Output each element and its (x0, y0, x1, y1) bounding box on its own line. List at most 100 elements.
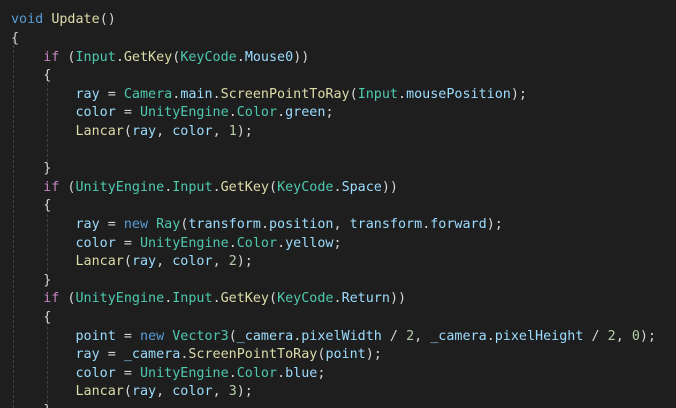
code-token: blue (285, 365, 318, 381)
code-token: , (333, 216, 350, 232)
code-token: = (115, 235, 140, 251)
code-token: , (156, 254, 173, 270)
code-token: mousePosition (406, 86, 511, 102)
code-token: 0 (631, 328, 640, 344)
code-token: )) (389, 291, 407, 307)
code-token: if (43, 49, 60, 65)
code-token: Return (341, 291, 390, 307)
code-token: 1 (228, 123, 237, 139)
code-line: void Update() (11, 11, 116, 30)
code-token: } (43, 272, 52, 288)
code-token: ); (639, 328, 656, 344)
code-token: ( (269, 179, 278, 195)
code-token: ( (123, 123, 132, 139)
code-line: { (11, 30, 19, 49)
code-token: / (583, 328, 608, 344)
code-token: ray (131, 123, 157, 139)
code-token: if (43, 291, 60, 307)
code-token: GetKey (220, 291, 269, 307)
code-token: ); (236, 384, 253, 400)
code-token: Color (236, 105, 278, 121)
code-token: ; (325, 105, 334, 121)
code-token: )) (293, 49, 310, 65)
code-token: Color (236, 235, 278, 251)
code-token: Color (236, 365, 278, 381)
code-token: main (180, 86, 213, 102)
code-token: void (11, 12, 44, 28)
code-token: point (325, 347, 366, 363)
code-token: Input (172, 291, 213, 307)
code-token: KeyCode (277, 179, 334, 195)
code-token: UnityEngine (140, 235, 229, 251)
code-token: ); (236, 254, 253, 270)
code-token: ; (317, 365, 326, 381)
code-token: ( (123, 384, 132, 400)
code-token: = (99, 347, 124, 363)
code-token: = (99, 86, 124, 102)
code-token: , (615, 328, 632, 344)
code-token: ScreenPointToRay (188, 347, 318, 363)
code-token: Input (172, 179, 213, 195)
code-line: ray = _camera.ScreenPointToRay(point); (11, 346, 382, 365)
code-token: . (228, 365, 237, 381)
code-line: color = UnityEngine.Color.blue; (11, 365, 326, 384)
code-token: ( (59, 179, 76, 195)
code-token: . (398, 86, 407, 102)
code-token: )) (381, 179, 398, 195)
code-token: , (212, 254, 229, 270)
code-line: if (UnityEngine.Input.GetKey(KeyCode.Ret… (11, 290, 406, 309)
code-token: . (260, 216, 269, 232)
code-token: ( (349, 86, 358, 102)
code-token: , (212, 123, 229, 139)
code-token: 3 (228, 384, 237, 400)
code-token: ; (333, 235, 342, 251)
code-token: color (75, 235, 116, 251)
code-token: Lancar (75, 254, 124, 270)
code-editor[interactable]: void Update(){ if (Input.GetKey(KeyCode.… (0, 0, 676, 408)
code-token: . (115, 49, 124, 65)
code-token: . (236, 49, 245, 65)
code-token: _camera (430, 328, 487, 344)
code-token: KeyCode (277, 291, 334, 307)
code-line: Lancar(ray, color, 1); (11, 123, 253, 142)
code-token: ); (236, 123, 253, 139)
code-token: GetKey (123, 49, 173, 65)
code-token: . (277, 365, 286, 381)
code-token: . (212, 86, 221, 102)
code-token: ( (123, 254, 132, 270)
code-line: ray = new Ray(transform.position, transf… (11, 216, 503, 235)
code-token: new (123, 216, 149, 232)
code-token: ( (269, 291, 278, 307)
code-token: . (333, 291, 342, 307)
code-token: , (156, 123, 173, 139)
code-token: Lancar (75, 384, 124, 400)
code-token: { (43, 309, 52, 325)
code-token: color (172, 123, 213, 139)
code-line: point = new Vector3(_camera.pixelWidth /… (11, 328, 657, 347)
code-token: point (75, 328, 116, 344)
code-line: { (11, 309, 51, 328)
code-token: _camera (236, 328, 294, 344)
code-token: pixelHeight (494, 328, 584, 344)
code-token: _camera (123, 347, 181, 363)
code-line: } (11, 160, 51, 179)
code-token: transform (349, 216, 423, 232)
code-token: UnityEngine (140, 105, 229, 121)
code-token: { (43, 68, 52, 84)
code-token: . (228, 235, 237, 251)
code-token: 2 (228, 254, 237, 270)
code-token: green (285, 105, 326, 121)
code-token: { (11, 30, 20, 46)
code-token: = (115, 328, 140, 344)
code-token: GetKey (220, 179, 269, 195)
code-token: . (277, 235, 286, 251)
code-token: ); (510, 86, 527, 102)
code-token: ray (75, 86, 100, 102)
